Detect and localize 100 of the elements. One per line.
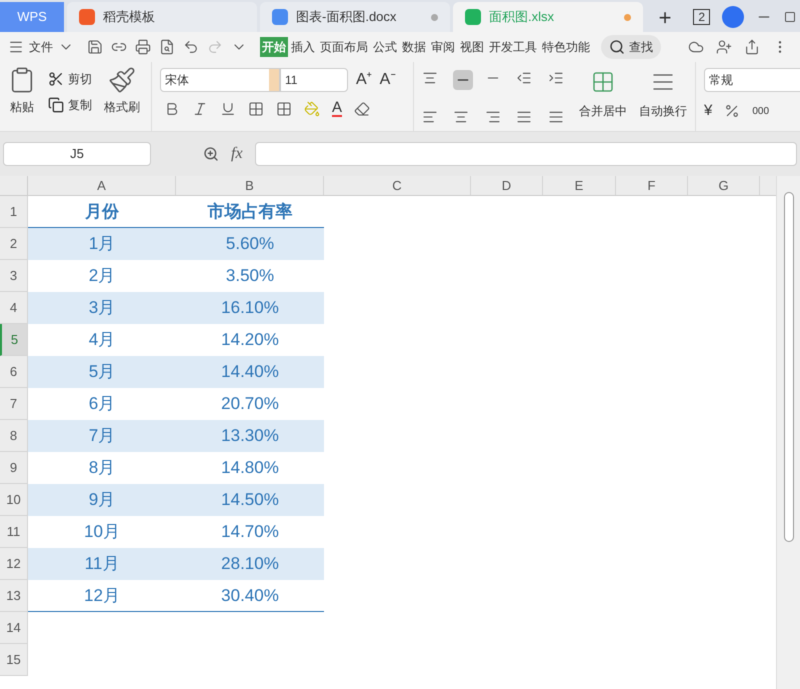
share-icon[interactable]: [744, 39, 760, 55]
row-header[interactable]: 8: [0, 420, 28, 452]
align-top-icon[interactable]: [422, 70, 438, 86]
row-header[interactable]: 2: [0, 228, 28, 260]
ribbon-tab[interactable]: 插入: [289, 37, 317, 57]
table-cell-text: 8月: [88, 457, 116, 480]
column-header[interactable]: E: [543, 176, 616, 195]
add-user-icon[interactable]: [716, 39, 732, 55]
menu-icon[interactable]: [8, 39, 24, 55]
table-cell-text: 9月: [88, 489, 116, 512]
row-header[interactable]: 13: [0, 580, 28, 612]
row-header[interactable]: 6: [0, 356, 28, 388]
wrap-text-button[interactable]: 自动换行: [639, 66, 687, 131]
ribbon-tab[interactable]: 视图: [458, 37, 486, 57]
table-cell-text: 30.40%: [220, 584, 280, 607]
table-cell-text: 月份: [84, 200, 120, 223]
row-header[interactable]: 14: [0, 612, 28, 644]
underline-icon[interactable]: [220, 100, 236, 116]
font-color-button[interactable]: A: [332, 100, 342, 117]
table-cell-text: 13.30%: [220, 425, 280, 448]
ribbon-tab[interactable]: 页面布局: [318, 37, 370, 57]
row-header[interactable]: 7: [0, 388, 28, 420]
vertical-scrollbar[interactable]: [776, 176, 800, 689]
increase-indent-icon[interactable]: [548, 70, 564, 86]
row-header[interactable]: 15: [0, 644, 28, 676]
ribbon-tab[interactable]: 特色功能: [540, 37, 592, 57]
table-cell-text: 20.70%: [220, 393, 280, 416]
table-cell-text: 3月: [88, 297, 116, 320]
table-cell-text: 16.10%: [220, 297, 280, 320]
cut-button[interactable]: 剪切: [48, 70, 92, 88]
decrease-font-button[interactable]: A⁻: [380, 68, 396, 92]
row-header[interactable]: 12: [0, 548, 28, 580]
row-header[interactable]: 5: [0, 324, 28, 356]
table-cell-text: 14.70%: [220, 521, 280, 544]
column-header[interactable]: B: [176, 176, 324, 195]
print-icon[interactable]: [135, 39, 151, 55]
document-tab[interactable]: 稻壳模板: [67, 2, 257, 32]
ribbon-tab[interactable]: 公式: [371, 37, 399, 57]
maximize-icon[interactable]: [784, 11, 796, 23]
window-count-badge[interactable]: 2: [693, 9, 710, 25]
search-button[interactable]: 查找: [601, 35, 661, 59]
italic-icon[interactable]: [192, 100, 208, 116]
decrease-indent-icon[interactable]: [516, 70, 532, 86]
format-painter-icon[interactable]: [108, 66, 136, 94]
ribbon-tab[interactable]: 开发工具: [487, 37, 539, 57]
row-header[interactable]: 10: [0, 484, 28, 516]
print-preview-icon[interactable]: [159, 39, 175, 55]
borders-icon[interactable]: [248, 100, 264, 116]
row-header[interactable]: 4: [0, 292, 28, 324]
insert-function-button[interactable]: fx: [231, 142, 243, 166]
table-cell-text: 14.20%: [220, 329, 280, 352]
column-header[interactable]: F: [616, 176, 688, 195]
table-cell-text: 11月: [84, 553, 120, 576]
fill-color-icon[interactable]: [304, 100, 320, 116]
table-cell-text: 14.50%: [220, 489, 280, 512]
percent-icon[interactable]: [724, 103, 740, 120]
format-painter-button[interactable]: 格式刷: [104, 98, 140, 116]
table-cell-text: 10月: [83, 521, 121, 544]
name-box[interactable]: J5: [3, 142, 151, 166]
number-format-field[interactable]: 常规: [704, 68, 800, 92]
search-icon: [609, 39, 625, 55]
ribbon-tab[interactable]: 数据: [400, 37, 428, 57]
currency-button[interactable]: ¥: [704, 100, 712, 122]
table-cell-text: 6月: [88, 393, 116, 416]
cloud-icon[interactable]: [688, 39, 704, 55]
table-cell-text: 市场占有率: [206, 200, 294, 223]
column-header[interactable]: D: [471, 176, 543, 195]
file-menu[interactable]: 文件: [29, 38, 53, 56]
ribbon-tab[interactable]: 审阅: [429, 37, 457, 57]
table-cell-text: 5月: [88, 361, 116, 384]
copy-button[interactable]: 复制: [48, 96, 92, 114]
table-cell-text: 12月: [83, 584, 121, 607]
paste-button[interactable]: 粘贴: [10, 98, 34, 116]
table-cell-text: 14.40%: [220, 361, 280, 384]
thousands-button[interactable]: 000: [752, 104, 770, 119]
table-cell-text: 14.80%: [220, 457, 280, 480]
row-header[interactable]: 11: [0, 516, 28, 548]
align-middle-icon[interactable]: [453, 70, 474, 90]
new-tab-button[interactable]: +: [643, 2, 687, 32]
row-header[interactable]: 1: [0, 196, 28, 228]
column-header[interactable]: A: [28, 176, 176, 195]
cell-style-icon[interactable]: [276, 100, 292, 116]
row-header[interactable]: 3: [0, 260, 28, 292]
eraser-icon[interactable]: [354, 100, 370, 116]
row-header[interactable]: 9: [0, 452, 28, 484]
copy-icon: [48, 97, 64, 113]
font-size-field[interactable]: 11: [280, 68, 348, 92]
increase-font-button[interactable]: A⁺: [356, 68, 372, 92]
scissors-icon: [48, 71, 64, 87]
table-cell-text: 28.10%: [220, 553, 280, 576]
save-icon[interactable]: [87, 39, 103, 55]
column-header[interactable]: C: [324, 176, 471, 195]
undo-icon[interactable]: [183, 39, 199, 55]
font-name-field[interactable]: 宋体: [160, 68, 280, 92]
merge-center-button[interactable]: 合并居中: [579, 66, 627, 131]
zoom-icon[interactable]: [203, 146, 219, 162]
column-header[interactable]: G: [688, 176, 760, 195]
document-tab[interactable]: 图表-面积图.docx: [260, 2, 450, 32]
formula-field[interactable]: [254, 142, 797, 166]
table-cell-text: 4月: [88, 329, 116, 352]
